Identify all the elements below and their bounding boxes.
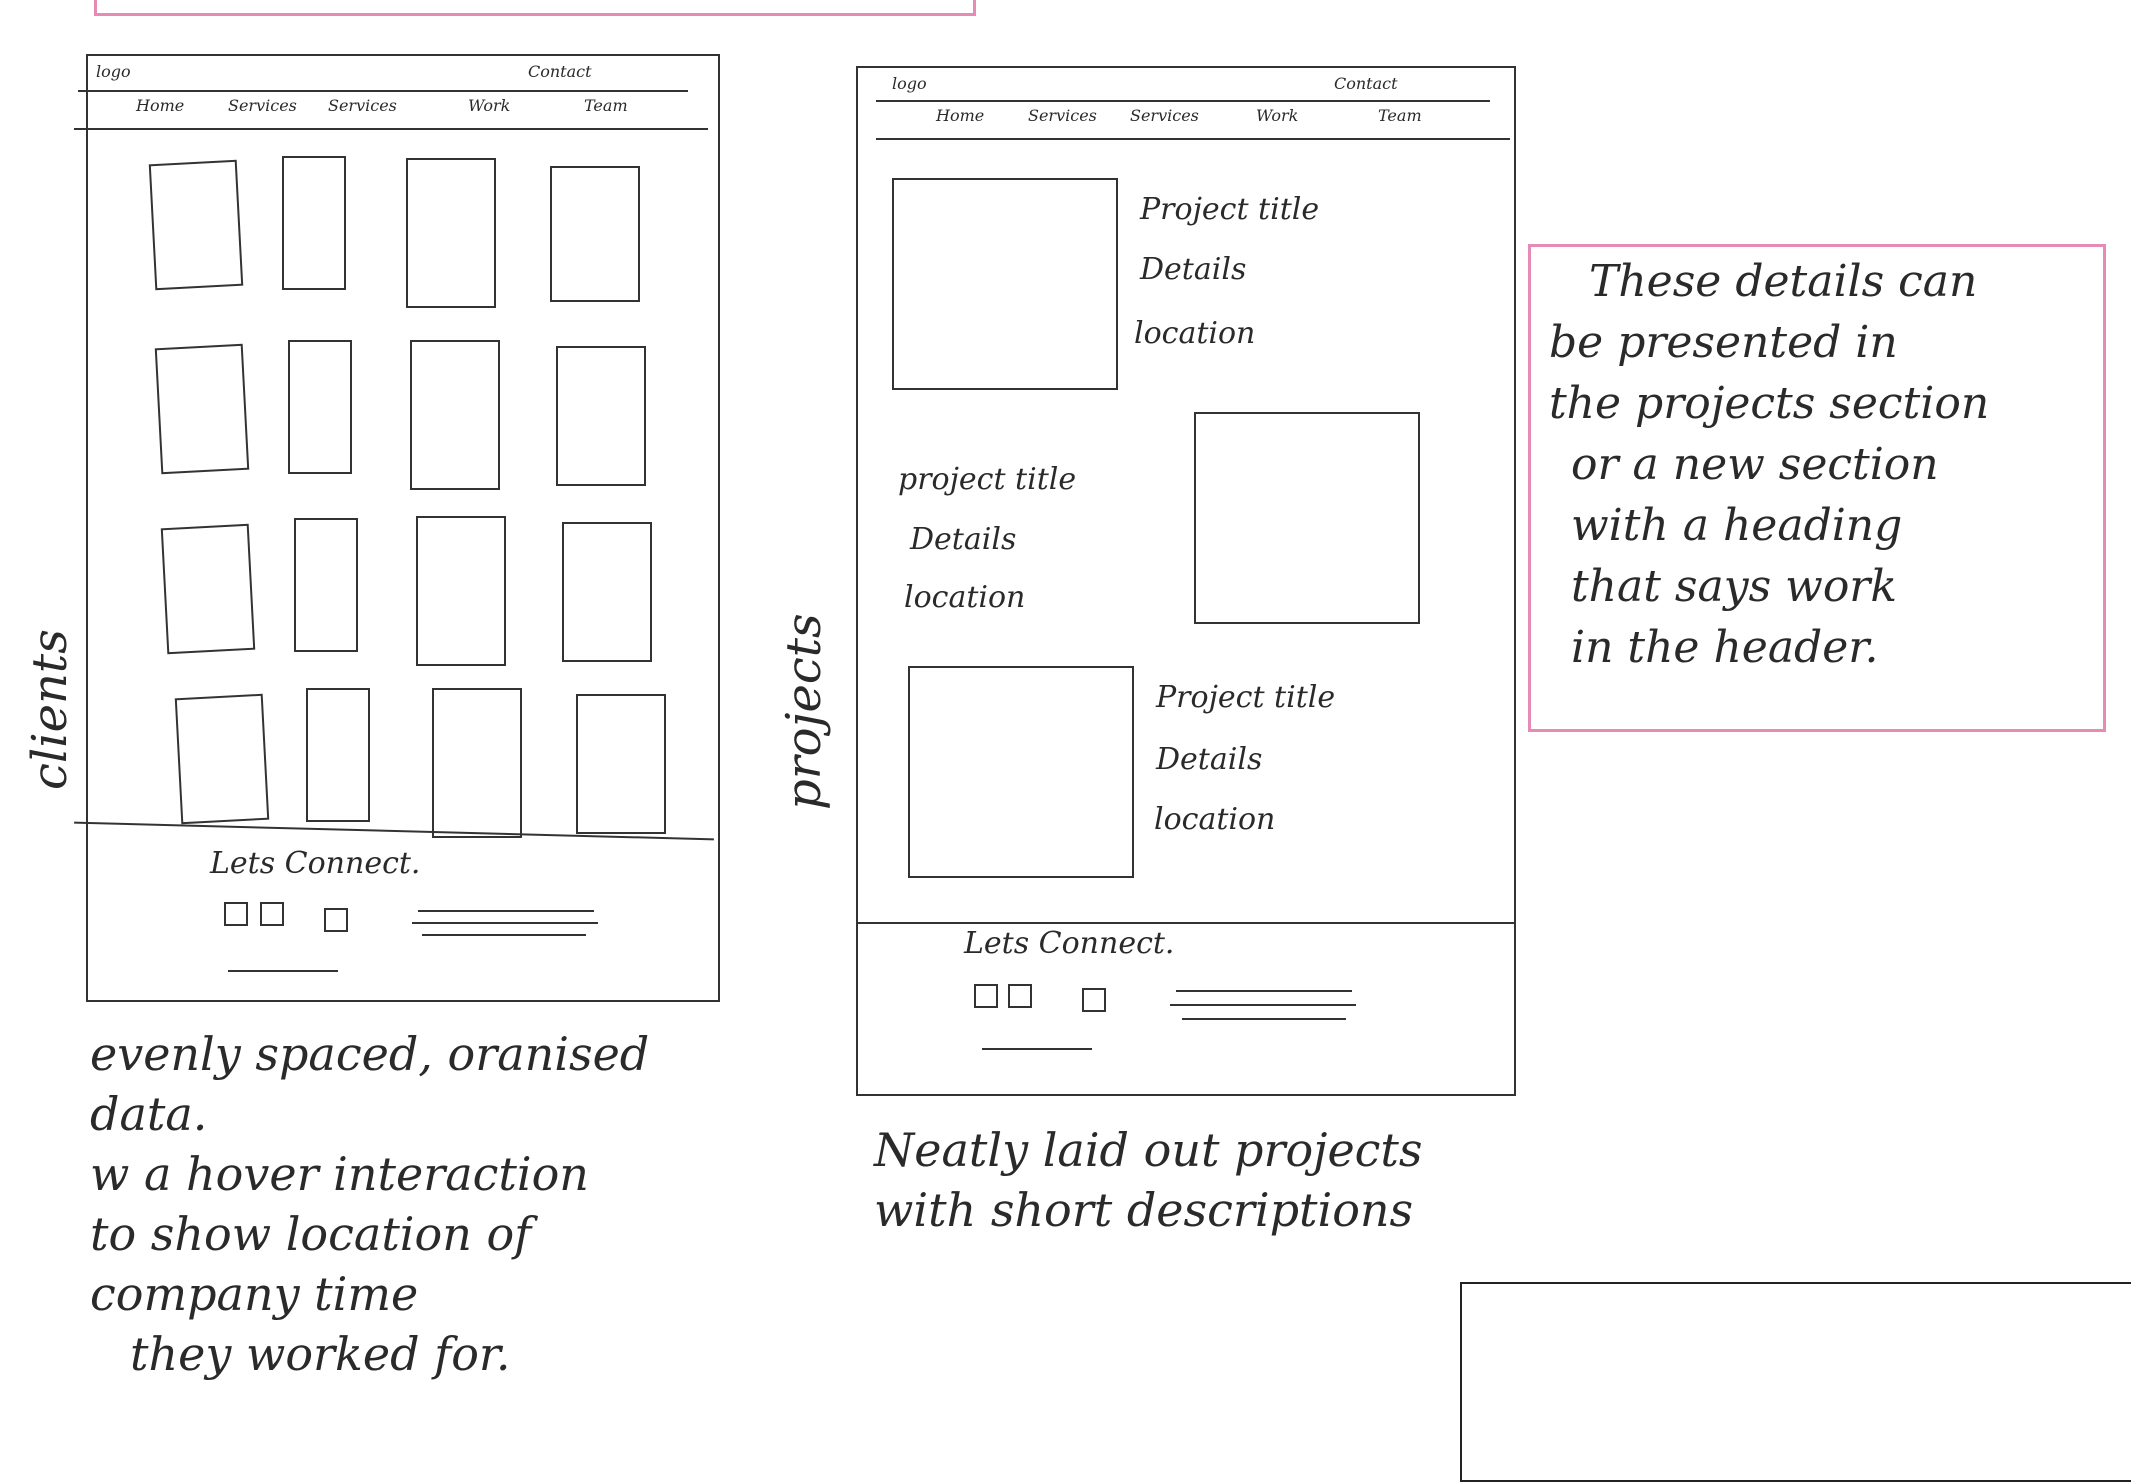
caption-line: they worked for. (130, 1327, 511, 1381)
clients-wireframe: logo Contact Home Services Services Work… (74, 54, 720, 1002)
header-divider (78, 90, 688, 92)
client-tile (550, 166, 640, 302)
footer-text-line (1170, 1004, 1356, 1006)
empty-frame-partial (1460, 1282, 2131, 1482)
footer-text-line (1176, 990, 1352, 992)
caption-line: Neatly laid out projects (874, 1123, 1423, 1177)
footer-text-line (412, 922, 598, 924)
nav-item-home: Home (136, 96, 185, 115)
client-tile (432, 688, 522, 838)
project-title: Project title (1140, 192, 1320, 227)
nav-item-work: Work (468, 96, 511, 115)
note-line: These details can (1589, 256, 1978, 307)
caption-line: evenly spaced, oranised (90, 1027, 650, 1081)
footer-text-line (422, 934, 586, 936)
social-icon-box (224, 902, 248, 926)
social-icon-box (260, 902, 284, 926)
client-tile (148, 159, 244, 291)
logo-label: logo (892, 74, 927, 93)
nav-divider (876, 138, 1510, 140)
projects-wireframe: logo Contact Home Services Services Work… (856, 66, 1516, 1096)
contact-label: Contact (528, 62, 592, 81)
social-icon-box (324, 908, 348, 932)
caption-line: to show location of (90, 1207, 532, 1261)
project-image-box (892, 178, 1118, 390)
caption-line: data. (90, 1087, 208, 1141)
note-line: the projects section (1549, 378, 1990, 429)
client-tile (294, 518, 358, 652)
nav-divider (74, 128, 708, 130)
footer-squiggle (982, 1048, 1092, 1050)
client-tile (288, 340, 352, 474)
client-tile (416, 516, 506, 666)
social-icon-box (1082, 988, 1106, 1012)
nav-item-work: Work (1256, 106, 1299, 125)
client-tile (306, 688, 370, 822)
footer-squiggle (228, 970, 338, 972)
logo-label: logo (96, 62, 131, 81)
footer-text-line (418, 910, 594, 912)
client-tile (406, 158, 496, 308)
client-tile (410, 340, 500, 490)
client-tile (556, 346, 646, 486)
caption-line: w a hover interaction (90, 1147, 589, 1201)
note-line: that says work (1571, 561, 1898, 612)
caption-line: company time (90, 1267, 419, 1321)
footer-title: Lets Connect. (210, 846, 421, 881)
contact-label: Contact (1334, 74, 1398, 93)
header-divider (876, 100, 1490, 102)
client-tile (562, 522, 652, 662)
note-line: be presented in (1549, 317, 1898, 368)
client-tile (174, 693, 270, 825)
nav-item-services: Services (228, 96, 297, 115)
project-location: location (1134, 316, 1256, 351)
project-details: Details (910, 522, 1017, 557)
note-line: in the header. (1571, 622, 1879, 673)
nav-item-services: Services (1028, 106, 1097, 125)
social-icon-box (1008, 984, 1032, 1008)
caption-line: with short descriptions (874, 1183, 1414, 1237)
client-tile (576, 694, 666, 834)
project-details: Details (1156, 742, 1263, 777)
note-line: or a new section (1571, 439, 1939, 490)
project-title: Project title (1156, 680, 1336, 715)
social-icon-box (974, 984, 998, 1008)
project-location: location (904, 580, 1026, 615)
project-location: location (1154, 802, 1276, 837)
client-tile (154, 343, 250, 475)
project-title: project title (898, 462, 1077, 497)
pink-annotation-box-top (94, 0, 976, 16)
client-tile (282, 156, 346, 290)
footer-divider (856, 922, 1516, 924)
note-line: with a heading (1571, 500, 1903, 551)
annotation-note: These details can be presented in the pr… (1528, 244, 2106, 732)
project-image-box (908, 666, 1134, 878)
client-tile (160, 523, 256, 655)
nav-item-services-2: Services (328, 96, 397, 115)
project-details: Details (1140, 252, 1247, 287)
nav-item-home: Home (936, 106, 985, 125)
project-image-box (1194, 412, 1420, 624)
nav-item-services-2: Services (1130, 106, 1199, 125)
clients-caption: evenly spaced, oranised data. w a hover … (90, 1024, 649, 1384)
nav-item-team: Team (1378, 106, 1422, 125)
projects-side-label: projects (776, 613, 832, 810)
footer-title: Lets Connect. (964, 926, 1175, 961)
projects-caption: Neatly laid out projects with short desc… (874, 1120, 1423, 1240)
footer-text-line (1182, 1018, 1346, 1020)
nav-item-team: Team (584, 96, 628, 115)
clients-side-label: clients (22, 629, 78, 790)
